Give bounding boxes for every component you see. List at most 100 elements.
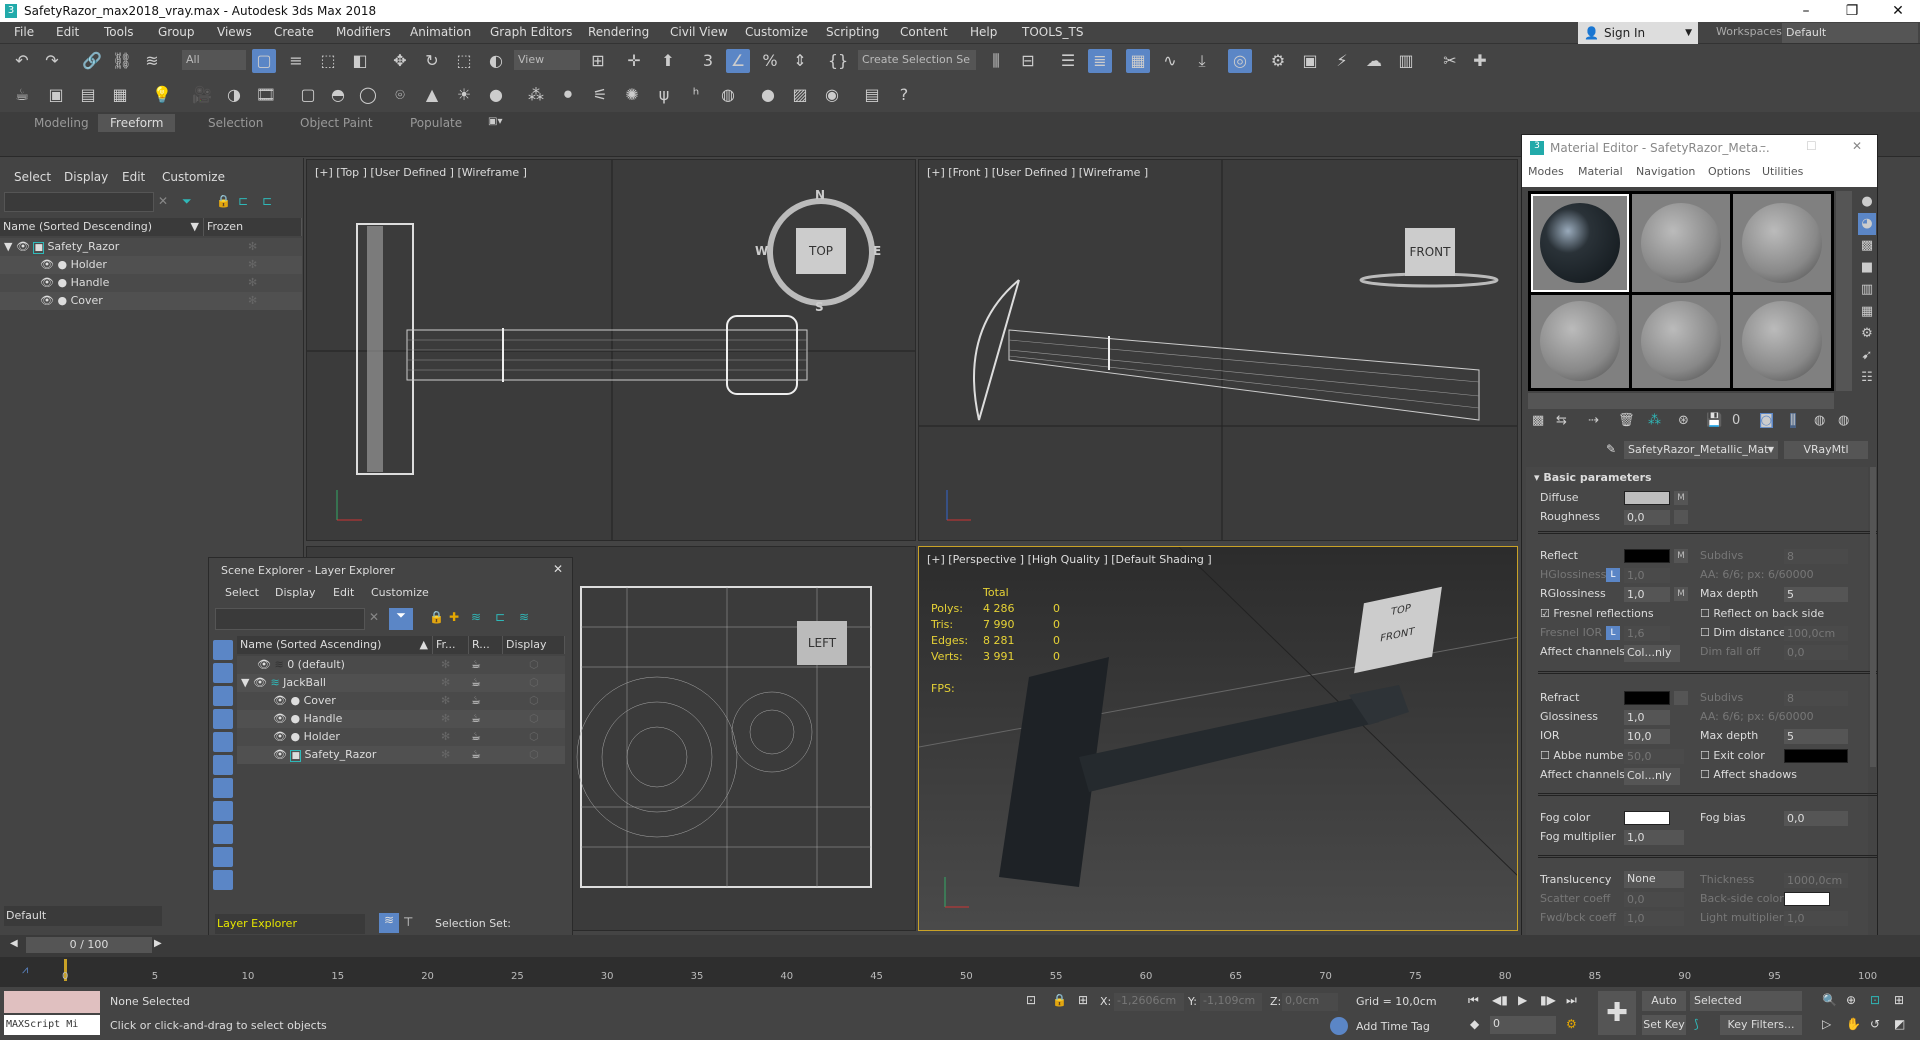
rglossiness-map-button[interactable]: M (1674, 587, 1688, 601)
roughness-map-button[interactable] (1674, 510, 1688, 524)
light-lister-icon[interactable]: 💡 (150, 83, 174, 107)
column-frozen-header[interactable]: Fr... (433, 636, 469, 654)
render-teapot-icon[interactable]: ☕ (471, 728, 481, 746)
expand-icon[interactable]: ▼ (4, 240, 12, 253)
layer-row-jackball[interactable]: ▼ 👁 ≋ JackBall ✻ ☕ ⬡ (237, 674, 565, 692)
table-panel-icon[interactable]: ▦ (108, 83, 132, 107)
toggle-ribbon-icon[interactable]: ▦ (1126, 49, 1150, 73)
sample-slots-vscroll[interactable] (1836, 191, 1852, 391)
render-production-icon[interactable]: ⚡ (1330, 49, 1354, 73)
render-cloud-icon[interactable]: ☁ (1362, 49, 1386, 73)
close-button[interactable]: ✕ (1852, 139, 1862, 153)
sample-slot[interactable] (1632, 194, 1730, 292)
lights-filter-icon[interactable] (213, 686, 233, 706)
set-key-button[interactable]: Set Key (1642, 1015, 1686, 1035)
frozen-icon[interactable]: ✻ (248, 292, 257, 310)
time-prev-icon[interactable]: ◀ (10, 938, 18, 949)
frozen-icon[interactable]: ✻ (441, 728, 450, 746)
ambient-light-icon[interactable]: ● (484, 83, 508, 107)
select-by-name-icon[interactable]: ≡ (284, 49, 308, 73)
layer-row-safety-razor[interactable]: 👁 ■ Safety_Razor ✻ ☕ ⬡ (237, 746, 565, 764)
tree-row-cover[interactable]: 👁 ● Cover ✻ (0, 292, 302, 310)
keyboard-shortcut-icon[interactable]: ⬆ (656, 49, 680, 73)
visibility-eye-icon[interactable]: 👁 (257, 658, 271, 671)
rendered-frame-window-icon[interactable]: ▣ (1298, 49, 1322, 73)
roughness-spinner[interactable]: 0,0 (1624, 510, 1670, 525)
zoom-extents-icon[interactable]: ⊡ (1870, 993, 1880, 1007)
viewport-layout-icon[interactable]: ▥ (1394, 49, 1418, 73)
column-frozen-header[interactable]: Frozen (204, 218, 302, 236)
layers-icon[interactable]: ≋ (519, 610, 529, 624)
material-map-navigator-icon[interactable]: ☷ (1858, 367, 1876, 389)
layer-row-cover[interactable]: 👁 ● Cover ✻ ☕ ⬡ (237, 692, 565, 710)
visibility-eye-icon[interactable]: 👁 (253, 676, 267, 689)
scatter-coeff-spinner[interactable]: 0,0 (1624, 892, 1684, 907)
sample-type-icon[interactable]: ● (1858, 191, 1876, 213)
reflect-affect-channels-dropdown[interactable]: Col...nly (1624, 645, 1680, 662)
hglossiness-lock-button[interactable]: L (1606, 568, 1620, 582)
menu-civil-view[interactable]: Civil View (670, 25, 728, 39)
key-selection-dropdown[interactable]: Selected (1690, 991, 1802, 1011)
orbit-icon[interactable]: ↺ (1870, 1017, 1880, 1031)
time-config-icon[interactable]: ⚙ (1566, 1017, 1577, 1031)
viewcube-left[interactable]: LEFT (797, 621, 847, 665)
reflect-maxdepth-spinner[interactable]: 5 (1784, 587, 1848, 602)
explorer-menu-display[interactable]: Display (64, 170, 108, 184)
fog-bias-spinner[interactable]: 0,0 (1784, 811, 1848, 826)
time-next-icon[interactable]: ▶ (154, 938, 162, 949)
assign-material-icon[interactable]: ⇢ (1588, 413, 1599, 428)
background-icon[interactable]: ▩ (1858, 235, 1876, 257)
plane-light-icon[interactable]: ▢ (296, 83, 320, 107)
maxscript-listener-output[interactable] (4, 991, 100, 1013)
vray-render-icon[interactable]: ◉ (820, 83, 844, 107)
tab-selection[interactable]: Selection (196, 114, 275, 132)
expand-icon[interactable]: ▼ (241, 676, 249, 689)
auto-key-button[interactable]: Auto Key (1642, 991, 1686, 1027)
render-teapot-icon[interactable]: ☕ (471, 746, 481, 764)
viewport-perspective[interactable]: [+] [Perspective ] [High Quality ] [Defa… (918, 546, 1518, 931)
menu-graph-editors[interactable]: Graph Editors (490, 25, 572, 39)
redo-icon[interactable]: ↷ (40, 49, 64, 73)
align-icon[interactable]: ⊟ (1016, 49, 1040, 73)
vray-camera-icon[interactable]: 🎞 (254, 83, 278, 107)
proxy-icon[interactable]: ⁂ (524, 83, 548, 107)
menu-views[interactable]: Views (217, 25, 252, 39)
teapot-icon[interactable]: ☕ (10, 83, 34, 107)
link-icon[interactable]: 🔗 (80, 49, 104, 73)
sample-slot[interactable] (1733, 294, 1831, 388)
help-icon[interactable]: ? (892, 83, 916, 107)
column-render-header[interactable]: R... (469, 636, 503, 654)
menu-help[interactable]: Help (970, 25, 997, 39)
vray-fur-icon[interactable]: ✺ (620, 83, 644, 107)
rollout-scrollbar[interactable] (1870, 467, 1876, 767)
hglossiness-spinner[interactable]: 1,0 (1624, 568, 1670, 583)
track-bar[interactable]: ⩘ 0 5 10 15 20 25 30 35 40 45 50 55 60 65 70 75 80 85 90 95… (0, 957, 1920, 987)
go-to-end-icon[interactable]: ⏭ (1566, 993, 1577, 1008)
column-display-header[interactable]: Display a... (503, 636, 565, 669)
ornatrix-icon[interactable]: ◍ (716, 83, 740, 107)
explorer-menu-select[interactable]: Select (14, 170, 51, 184)
vray-add-icon[interactable]: ✚ (1468, 49, 1492, 73)
visibility-eye-icon[interactable]: 👁 (16, 240, 30, 253)
spinner-snap-icon[interactable]: ⇕ (788, 49, 812, 73)
sample-slot[interactable] (1733, 194, 1831, 292)
layer-row-handle[interactable]: 👁 ● Handle ✻ ☕ ⬡ (237, 710, 565, 728)
pan-icon[interactable]: ✋ (1846, 1017, 1861, 1031)
select-manipulate-icon[interactable]: ✛ (622, 49, 646, 73)
explorer-search-input[interactable] (4, 192, 154, 212)
menu-edit[interactable]: Edit (56, 25, 79, 39)
go-forward-sibling-icon[interactable]: ◍ (1814, 413, 1825, 428)
mat-menu-options[interactable]: Options (1708, 165, 1750, 178)
hair-fur-icon[interactable]: ʰ (684, 83, 708, 107)
field-of-view-icon[interactable]: ▷ (1822, 1017, 1831, 1031)
percent-snap-icon[interactable]: % (758, 49, 782, 73)
curve-editor-mini-icon[interactable]: ⩘ (22, 963, 28, 977)
options-icon[interactable]: ⚙ (1858, 323, 1876, 345)
explorer-menu-edit[interactable]: Edit (122, 170, 145, 184)
scale-icon[interactable]: ⬚ (452, 49, 476, 73)
frozen-icon[interactable]: ✻ (248, 238, 257, 256)
make-preview-icon[interactable]: ▦ (1858, 301, 1876, 323)
refract-color-swatch[interactable] (1624, 691, 1670, 705)
viewcube-front[interactable]: FRONT (1405, 228, 1455, 276)
cameras-filter-icon[interactable] (213, 709, 233, 729)
